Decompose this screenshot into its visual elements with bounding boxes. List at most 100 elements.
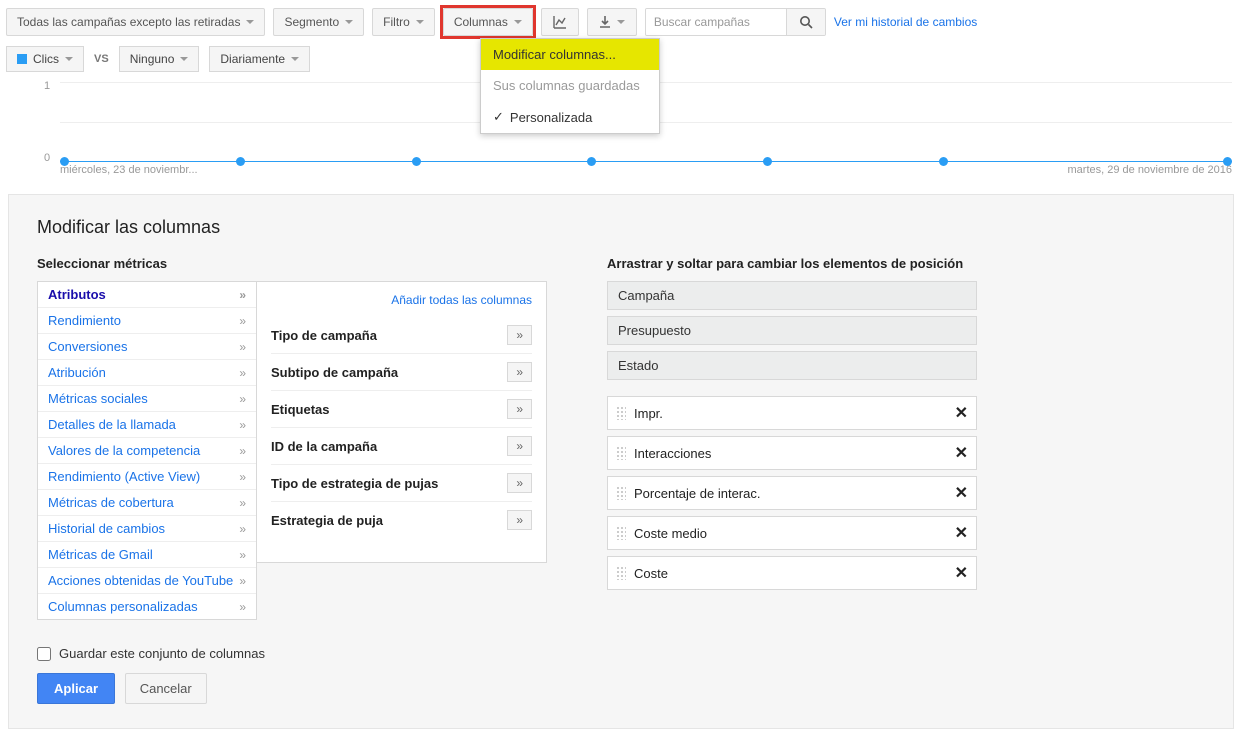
locked-column: Campaña [607,281,977,310]
chevron-right-icon: » [239,340,246,354]
drag-handle-icon[interactable] [616,526,626,540]
locked-column: Estado [607,351,977,380]
metric-category-item[interactable]: Rendimiento » [38,308,256,334]
chart-point [412,157,421,166]
download-button[interactable] [587,8,637,36]
draggable-column[interactable]: Coste ✕ [607,556,977,590]
columns-dropdown[interactable]: Columnas [443,8,533,36]
metric-category-item[interactable]: Métricas de cobertura» [38,490,256,516]
filter-dropdown[interactable]: Filtro [372,8,435,36]
metric-category-item[interactable]: Acciones obtenidas de YouTube » [38,568,256,594]
dropdown-modify-columns[interactable]: Modificar columnas... [481,39,659,70]
metric-category-label: Conversiones [48,339,128,354]
metric-category-label: Métricas de Gmail [48,547,153,562]
y-tick-0: 0 [44,152,50,164]
chart-interval-dropdown[interactable]: Diariamente [209,46,310,72]
dropdown-custom[interactable]: ✓Personalizada [481,101,659,133]
add-column-button[interactable]: » [507,436,532,456]
chart-point [60,157,69,166]
segment-label: Segmento [284,15,339,29]
save-column-set-input[interactable] [37,647,51,661]
column-name: Porcentaje de interac. [634,486,760,501]
modify-columns-panel: Modificar las columnas Seleccionar métri… [8,194,1234,729]
chart-type-button[interactable] [541,8,579,36]
remove-column-button[interactable]: ✕ [955,483,968,503]
cancel-button[interactable]: Cancelar [125,673,207,704]
draggable-column[interactable]: Impr.✕ [607,396,977,430]
metric-category-item[interactable]: Columnas personalizadas» [38,594,256,619]
metric-category-item[interactable]: Atribución » [38,360,256,386]
chevron-right-icon: » [239,444,246,458]
add-column-button[interactable]: » [507,325,532,345]
chevron-right-icon: » [239,366,246,380]
remove-column-button[interactable]: ✕ [955,523,968,543]
metric-category-item[interactable]: Atributos» [38,282,256,308]
chart-compare-label: Ninguno [130,52,175,66]
campaigns-filter-dropdown[interactable]: Todas las campañas excepto las retiradas [6,8,265,36]
metric-category-label: Columnas personalizadas [48,599,198,614]
save-column-set-label: Guardar este conjunto de columnas [59,646,265,661]
chart-point [939,157,948,166]
chart-metric-label: Clics [33,52,59,66]
remove-column-button[interactable]: ✕ [955,443,968,463]
caret-down-icon [246,20,254,24]
chevron-right-icon: » [239,470,246,484]
metric-category-label: Métricas sociales [48,391,148,406]
drag-handle-icon[interactable] [616,486,626,500]
search-input[interactable] [646,9,786,35]
search-button[interactable] [786,9,825,35]
chart-metric-dropdown[interactable]: Clics [6,46,84,72]
metric-category-item[interactable]: Historial de cambios» [38,516,256,542]
remove-column-button[interactable]: ✕ [955,403,968,423]
add-column-button[interactable]: » [507,362,532,382]
add-column-button[interactable]: » [507,399,532,419]
chevron-right-icon: » [239,574,246,588]
metric-category-item[interactable]: Valores de la competencia» [38,438,256,464]
history-link[interactable]: Ver mi historial de cambios [834,15,977,29]
metric-category-item[interactable]: Métricas de Gmail» [38,542,256,568]
x-start-label: miércoles, 23 de noviembr... [60,164,198,176]
available-column-row: Etiquetas » [271,390,532,427]
metric-category-label: Atributos [48,287,106,302]
caret-down-icon [514,20,522,24]
check-icon: ✓ [493,109,504,125]
metric-category-item[interactable]: Conversiones » [38,334,256,360]
chart-point [1223,157,1232,166]
chart-compare-dropdown[interactable]: Ninguno [119,46,200,72]
drag-handle-icon[interactable] [616,446,626,460]
metric-category-label: Rendimiento [48,313,121,328]
y-tick-1: 1 [44,80,50,92]
chevron-right-icon: » [239,314,246,328]
column-name: Subtipo de campaña [271,365,398,380]
add-column-button[interactable]: » [507,510,532,530]
metric-category-label: Acciones obtenidas de YouTube [48,573,233,588]
drag-handle-icon[interactable] [616,406,626,420]
column-name: Coste [634,566,668,581]
draggable-column[interactable]: Interacciones✕ [607,436,977,470]
column-name: ID de la campaña [271,439,377,454]
draggable-column[interactable]: Porcentaje de interac. ✕ [607,476,977,510]
filter-label: Filtro [383,15,410,29]
segment-dropdown[interactable]: Segmento [273,8,364,36]
caret-down-icon [617,20,625,24]
available-column-row: Estrategia de puja» [271,501,532,538]
metric-category-label: Rendimiento (Active View) [48,469,200,484]
add-all-columns-link[interactable]: Añadir todas las columnas [391,293,532,307]
available-column-row: Tipo de campaña» [271,317,532,353]
metric-category-item[interactable]: Métricas sociales» [38,386,256,412]
columns-label: Columnas [454,15,508,29]
search-icon [799,15,813,29]
available-column-row: Subtipo de campaña » [271,353,532,390]
add-column-button[interactable]: » [507,473,532,493]
column-name: Etiquetas [271,402,330,417]
metric-category-item[interactable]: Detalles de la llamada» [38,412,256,438]
apply-button[interactable]: Aplicar [37,673,115,704]
metric-category-label: Atribución [48,365,106,380]
caret-down-icon [65,57,73,61]
panel-title: Modificar las columnas [37,217,1205,238]
drag-handle-icon[interactable] [616,566,626,580]
save-column-set-checkbox[interactable]: Guardar este conjunto de columnas [37,646,1205,661]
metric-category-item[interactable]: Rendimiento (Active View) » [38,464,256,490]
draggable-column[interactable]: Coste medio✕ [607,516,977,550]
remove-column-button[interactable]: ✕ [955,563,968,583]
